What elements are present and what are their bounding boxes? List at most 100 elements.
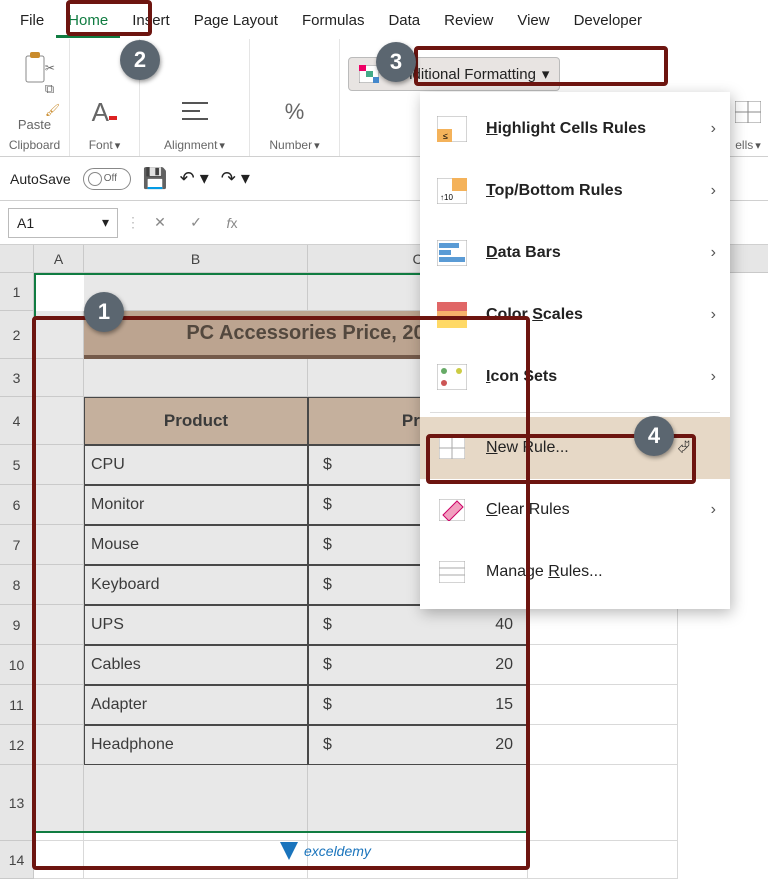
new-rule-icon xyxy=(434,431,470,465)
tab-view[interactable]: View xyxy=(505,6,561,38)
chevron-right-icon: › xyxy=(711,120,716,138)
cursor-icon: ⮰ xyxy=(677,439,690,457)
group-number: % Number xyxy=(250,39,340,156)
row-header[interactable]: 5 xyxy=(0,445,34,485)
tab-home[interactable]: Home xyxy=(56,6,120,38)
chevron-down-icon: ▾ xyxy=(102,214,109,231)
row-header[interactable]: 8 xyxy=(0,565,34,605)
undo-icon[interactable]: ↶ ▾ xyxy=(180,168,209,189)
cell-price[interactable]: $20 xyxy=(308,725,528,765)
group-number-label[interactable]: Number xyxy=(269,138,319,152)
format-painter-icon[interactable]: 🖌 xyxy=(45,103,60,117)
row-header[interactable]: 4 xyxy=(0,397,34,445)
annotation-1: 1 xyxy=(84,292,124,332)
menu-highlight-cells-rules[interactable]: ≤ Highlight Cells Rules › xyxy=(420,98,730,160)
cell-price[interactable]: $20 xyxy=(308,645,528,685)
row-header[interactable]: 6 xyxy=(0,485,34,525)
tab-insert[interactable]: Insert xyxy=(120,6,182,38)
cell-product[interactable]: Cables xyxy=(84,645,308,685)
svg-text:↑10: ↑10 xyxy=(440,193,453,202)
cells-icon[interactable] xyxy=(730,92,766,132)
cut-icon[interactable]: ✂ xyxy=(45,61,60,75)
tab-developer[interactable]: Developer xyxy=(562,6,654,38)
chevron-right-icon: › xyxy=(711,244,716,262)
chevron-right-icon: › xyxy=(711,182,716,200)
fx-icon[interactable]: fx xyxy=(220,215,244,231)
icon-sets-icon xyxy=(434,360,470,394)
row-header[interactable]: 10 xyxy=(0,645,34,685)
row-header[interactable]: 3 xyxy=(0,359,34,397)
tab-page-layout[interactable]: Page Layout xyxy=(182,6,290,38)
group-clipboard: ✂ ⧉ 🖌 Paste Clipboard xyxy=(0,39,70,156)
tab-file[interactable]: File xyxy=(8,6,56,38)
menu-clear-rules[interactable]: Clear Rules › xyxy=(420,479,730,541)
menu-icon-sets[interactable]: Icon Sets › xyxy=(420,346,730,408)
annotation-2: 2 xyxy=(120,40,160,80)
autosave-off-label: Off xyxy=(104,173,117,184)
chevron-right-icon: › xyxy=(711,368,716,386)
group-font-label[interactable]: Font xyxy=(89,138,121,152)
menu-new-rule[interactable]: New Rule... ⮰ xyxy=(420,417,730,479)
alignment-icon[interactable] xyxy=(177,92,213,132)
copy-icon[interactable]: ⧉ xyxy=(45,81,60,97)
data-bars-icon xyxy=(434,236,470,270)
menu-manage-rules[interactable]: Manage Rules... xyxy=(420,541,730,603)
cell-product[interactable]: Adapter xyxy=(84,685,308,725)
cell-product[interactable]: CPU xyxy=(84,445,308,485)
clear-rules-icon xyxy=(434,493,470,527)
autosave-label: AutoSave xyxy=(10,171,71,187)
group-cells-label[interactable]: ells xyxy=(735,138,761,152)
col-header-a[interactable]: A xyxy=(34,245,84,272)
annotation-4: 4 xyxy=(634,416,674,456)
watermark-icon xyxy=(280,842,298,860)
cell-product[interactable]: Keyboard xyxy=(84,565,308,605)
menu-color-scales[interactable]: Color Scales › xyxy=(420,284,730,346)
number-icon[interactable]: % xyxy=(277,92,313,132)
tab-formulas[interactable]: Formulas xyxy=(290,6,377,38)
chevron-down-icon: ▾ xyxy=(542,65,550,83)
col-header-b[interactable]: B xyxy=(84,245,308,272)
cell-price[interactable]: $40 xyxy=(308,605,528,645)
save-icon[interactable]: 💾 xyxy=(143,166,168,191)
autosave-toggle[interactable]: Off xyxy=(83,168,131,190)
group-alignment-label[interactable]: Alignment xyxy=(164,138,225,152)
tab-data[interactable]: Data xyxy=(376,6,432,38)
tab-review[interactable]: Review xyxy=(432,6,505,38)
cancel-icon[interactable]: ✕ xyxy=(148,214,172,231)
menu-top-bottom-rules[interactable]: ↑10 Top/Bottom Rules › xyxy=(420,160,730,222)
font-icon[interactable]: A xyxy=(87,92,123,132)
th-product: Product xyxy=(84,397,308,445)
redo-icon[interactable]: ↷ ▾ xyxy=(221,168,250,189)
cell-product[interactable]: Monitor xyxy=(84,485,308,525)
chevron-right-icon: › xyxy=(711,306,716,324)
chevron-right-icon: › xyxy=(711,501,716,519)
cell-product[interactable]: Mouse xyxy=(84,525,308,565)
row-header[interactable]: 1 xyxy=(0,273,34,311)
ribbon-tabs: File Home Insert Page Layout Formulas Da… xyxy=(0,0,768,39)
row-header[interactable]: 13 xyxy=(0,765,34,841)
annotation-3: 3 xyxy=(376,42,416,82)
toggle-knob xyxy=(88,172,102,186)
watermark: exceldemy xyxy=(280,842,371,860)
row-header[interactable]: 9 xyxy=(0,605,34,645)
select-all-corner[interactable] xyxy=(0,245,34,272)
row-header[interactable]: 12 xyxy=(0,725,34,765)
name-box[interactable]: A1 ▾ xyxy=(8,208,118,238)
row-header[interactable]: 14 xyxy=(0,841,34,879)
row-header[interactable]: 2 xyxy=(0,311,34,359)
menu-data-bars[interactable]: Data Bars › xyxy=(420,222,730,284)
top-bottom-icon: ↑10 xyxy=(434,174,470,208)
paste-label: Paste xyxy=(18,117,51,132)
row-header[interactable]: 11 xyxy=(0,685,34,725)
cell-product[interactable]: UPS xyxy=(84,605,308,645)
svg-text:≤: ≤ xyxy=(443,131,448,141)
color-scales-icon xyxy=(434,298,470,332)
enter-icon[interactable]: ✓ xyxy=(184,214,208,231)
manage-rules-icon xyxy=(434,555,470,589)
group-cells: ells xyxy=(728,39,768,156)
conditional-formatting-menu: ≤ Highlight Cells Rules › ↑10 Top/Bottom… xyxy=(420,92,730,609)
cell-product[interactable]: Headphone xyxy=(84,725,308,765)
name-box-value: A1 xyxy=(17,215,34,231)
row-header[interactable]: 7 xyxy=(0,525,34,565)
cell-price[interactable]: $15 xyxy=(308,685,528,725)
